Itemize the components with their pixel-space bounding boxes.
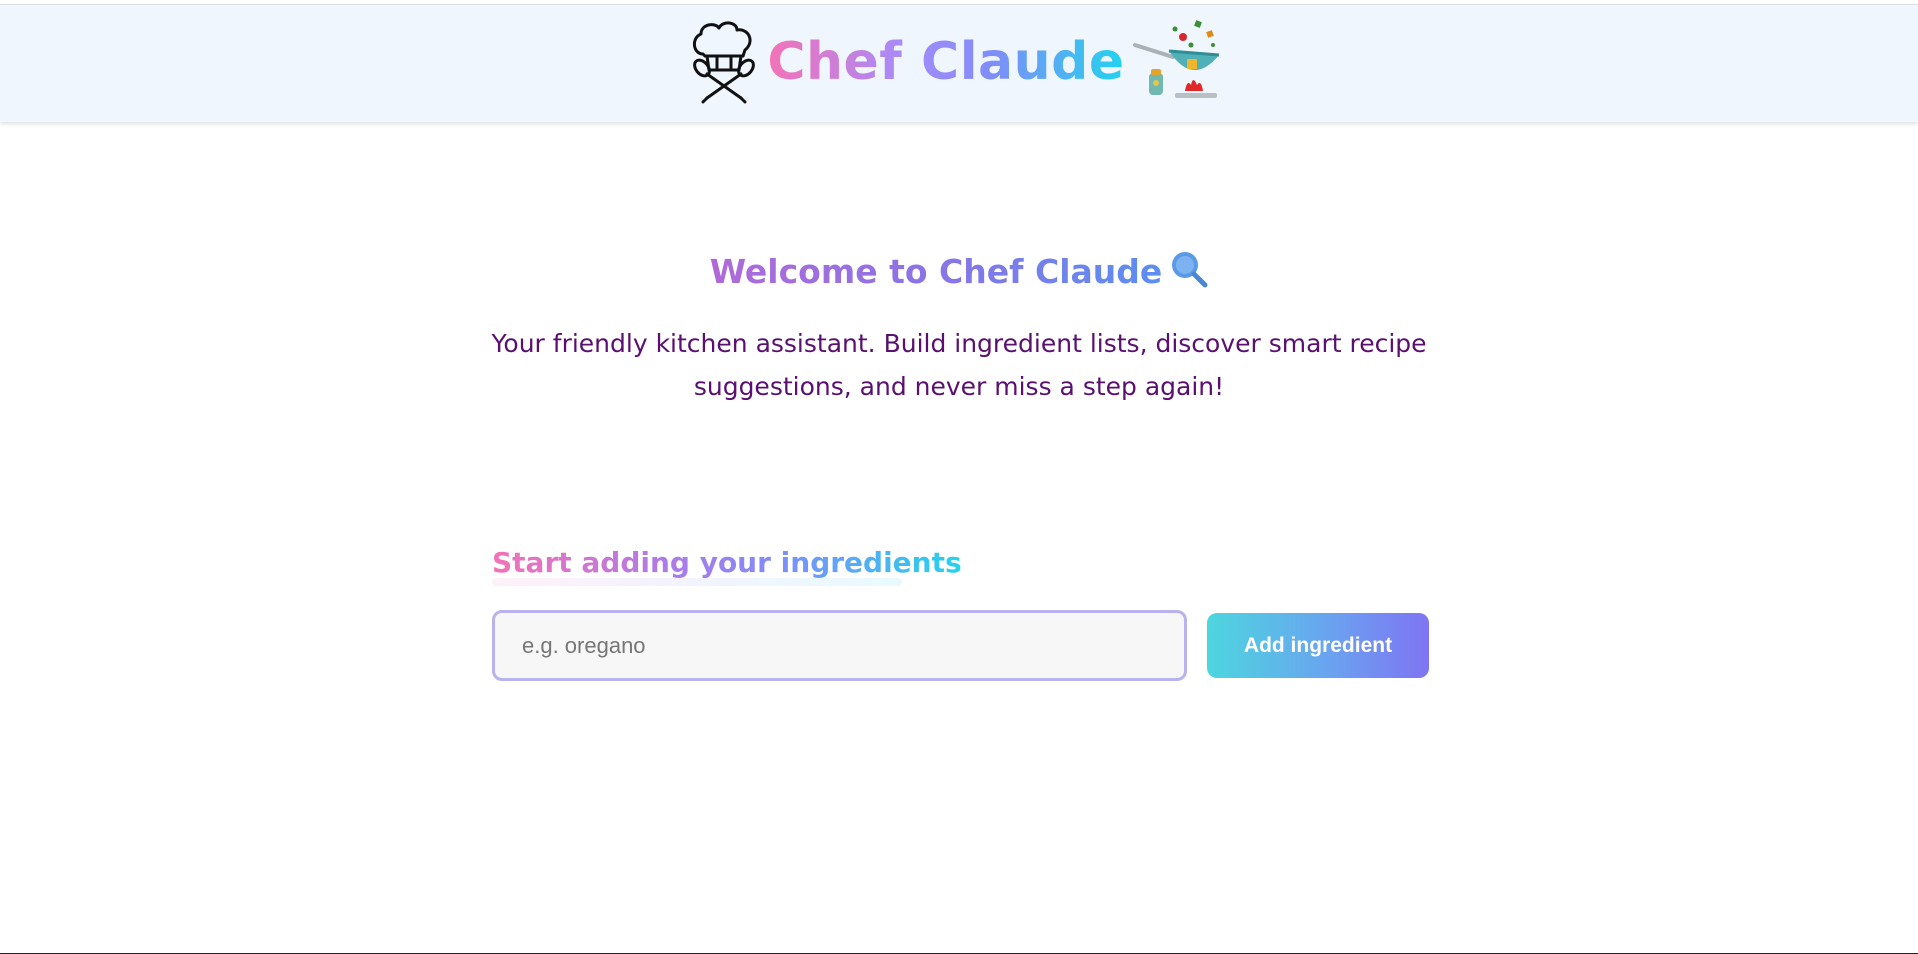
app-title: Chef Claude (767, 31, 1125, 92)
welcome-heading: Welcome to Chef Claude (0, 250, 1918, 293)
page: Chef Claude Welcome to Chef Claude Your … (0, 0, 1918, 954)
chef-hat-spoons-icon (689, 18, 759, 109)
heading-underline (492, 578, 902, 586)
welcome-title: Welcome to Chef Claude (709, 251, 1163, 291)
welcome-description: Your friendly kitchen assistant. Build i… (491, 329, 1427, 401)
app-header: Chef Claude (0, 4, 1918, 122)
ingredient-input[interactable] (492, 610, 1187, 681)
add-ingredient-button[interactable]: Add ingredient (1207, 613, 1429, 678)
wok-stove-icon (1132, 15, 1229, 112)
frying-pan-icon (1170, 250, 1208, 293)
brand: Chef Claude (689, 15, 1228, 112)
